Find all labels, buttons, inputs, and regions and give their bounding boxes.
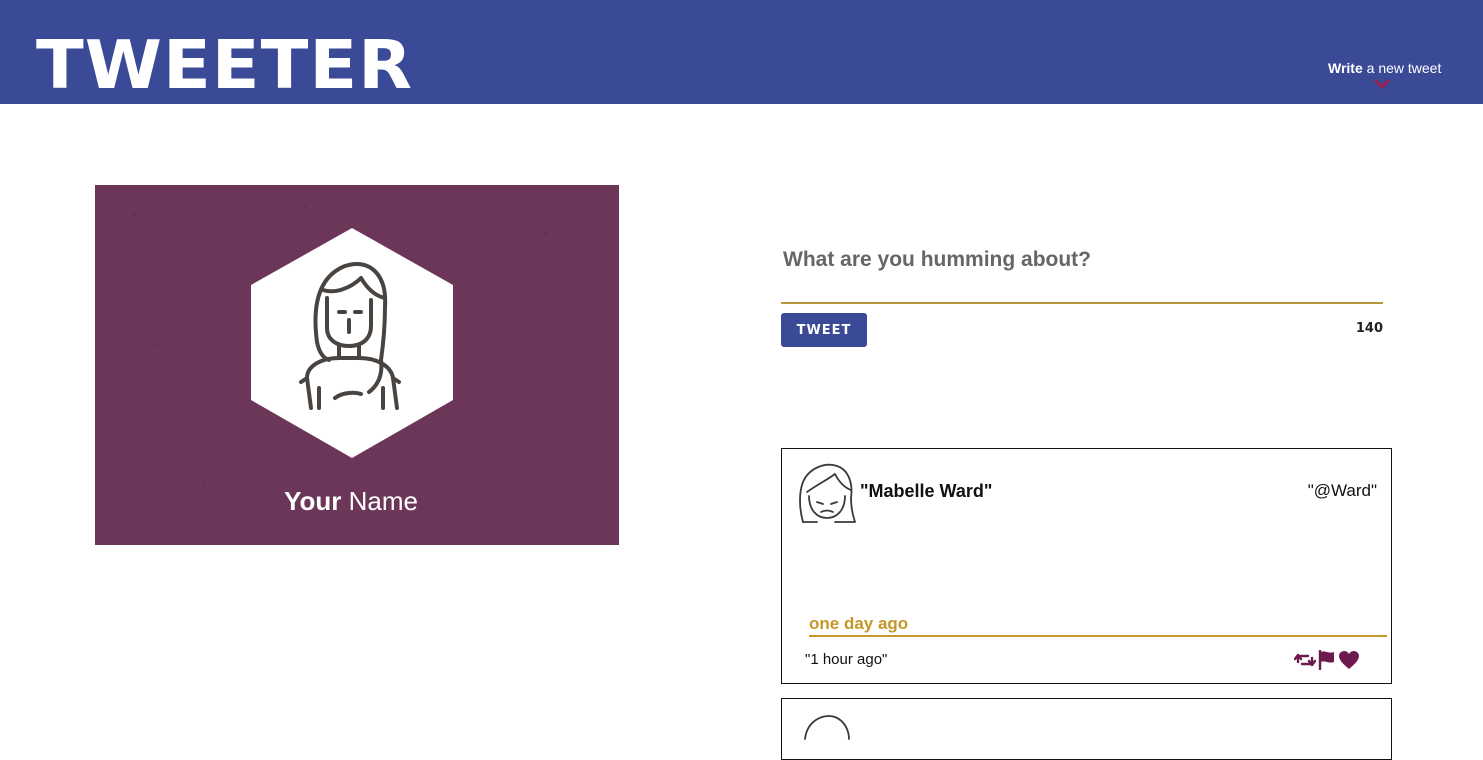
- tweet-content: one day ago: [809, 614, 909, 633]
- write-label-strong: Write: [1328, 60, 1363, 76]
- profile-name-rest: Name: [341, 486, 418, 516]
- chevron-down-icon[interactable]: [1374, 79, 1390, 91]
- tweet-actions: [1294, 650, 1362, 670]
- character-counter: 140: [1355, 321, 1383, 336]
- tweet-timestamp: "1 hour ago": [805, 651, 888, 668]
- sad-girl-avatar-icon: [799, 463, 856, 523]
- tweet-author-handle[interactable]: "@Ward": [1308, 481, 1377, 501]
- profile-name: Your Name: [95, 486, 607, 517]
- compose-input[interactable]: What are you humming about?: [783, 248, 1091, 272]
- write-new-tweet-link[interactable]: Write a new tweet: [1328, 60, 1441, 76]
- avatar-icon: [804, 715, 850, 740]
- tweet-card: [781, 698, 1392, 760]
- top-nav-bar: TWEETER Write a new tweet: [0, 0, 1483, 104]
- write-label-rest: a new tweet: [1362, 60, 1442, 76]
- tweet-divider: [809, 635, 1387, 637]
- profile-name-strong: Your: [284, 486, 342, 516]
- flag-icon[interactable]: [1318, 650, 1336, 670]
- tweet-author-name[interactable]: "Mabelle Ward": [860, 481, 992, 502]
- heart-icon[interactable]: [1338, 650, 1360, 670]
- compose-underline: [781, 302, 1383, 304]
- app-logo[interactable]: TWEETER: [36, 30, 413, 100]
- tweet-button[interactable]: TWEET: [781, 313, 867, 347]
- girl-avatar-icon: [251, 228, 453, 458]
- retweet-icon[interactable]: [1294, 650, 1316, 670]
- profile-card: Your Name: [95, 185, 619, 545]
- tweet-card: "Mabelle Ward" "@Ward" one day ago "1 ho…: [781, 448, 1392, 684]
